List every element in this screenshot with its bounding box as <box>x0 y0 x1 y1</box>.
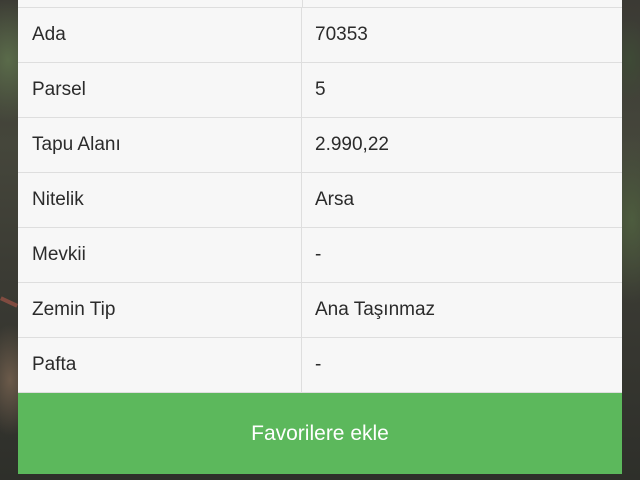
table-row-ada: Ada 70353 <box>18 8 622 63</box>
row-value: 5 <box>315 79 326 100</box>
table-row-tapu-alani: Tapu Alanı 2.990,22 <box>18 118 622 173</box>
row-label: Tapu Alanı <box>18 118 302 172</box>
row-value: Ana Taşınmaz <box>315 299 436 320</box>
table-row-zemin-tip: Zemin Tip Ana Taşınmaz <box>18 283 622 338</box>
row-label: Pafta <box>18 338 302 392</box>
row-value: - <box>315 244 322 265</box>
row-label: Zemin Tip <box>18 283 302 337</box>
table-row-parsel: Parsel 5 <box>18 63 622 118</box>
table-row-mevkii: Mevkii - <box>18 228 622 283</box>
row-label: Mevkii <box>18 228 302 282</box>
parcel-info-sheet: Ada 70353 Parsel 5 Tapu Alanı 2.990,22 N… <box>18 0 622 474</box>
row-value: Arsa <box>315 189 355 210</box>
add-to-favorites-button[interactable]: Favorilere ekle <box>18 393 622 474</box>
row-value: - <box>315 354 322 375</box>
row-value: 70353 <box>315 24 368 45</box>
row-label: Nitelik <box>18 173 302 227</box>
table-row-pafta: Pafta - <box>18 338 622 393</box>
table-row-nitelik: Nitelik Arsa <box>18 173 622 228</box>
row-label: Parsel <box>18 63 302 117</box>
row-label: Ada <box>18 8 302 62</box>
table-row-partial <box>18 0 622 8</box>
row-value: 2.990,22 <box>315 134 389 155</box>
